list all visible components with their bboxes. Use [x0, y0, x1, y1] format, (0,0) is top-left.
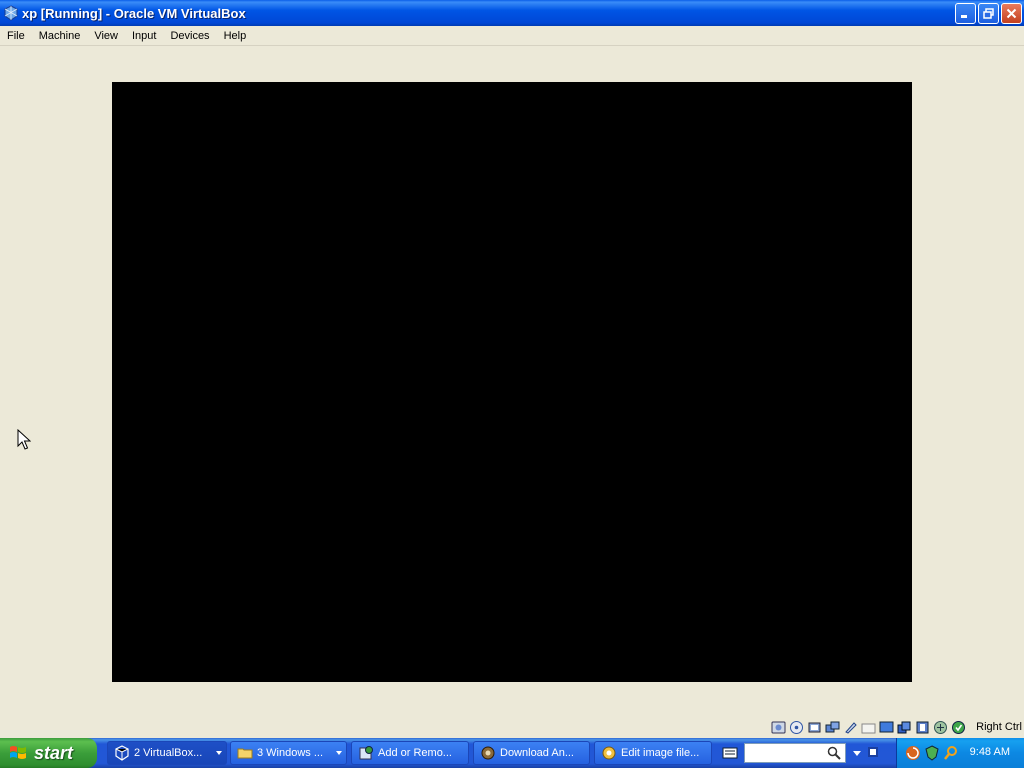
optical-drive-icon[interactable] — [789, 720, 804, 735]
audio-icon[interactable] — [807, 720, 822, 735]
close-icon — [1006, 8, 1017, 19]
video-capture-icon[interactable] — [897, 720, 912, 735]
menu-help[interactable]: Help — [217, 26, 254, 46]
start-button[interactable]: start — [0, 738, 97, 768]
search-options-icon[interactable] — [868, 747, 878, 757]
taskbar-item-label: 3 Windows ... — [257, 747, 324, 759]
taskbar-item-windows[interactable]: 3 Windows ... — [230, 741, 347, 765]
chevron-down-icon[interactable] — [853, 751, 861, 756]
shared-folders-icon[interactable] — [861, 720, 876, 735]
taskbar-item-edit-image[interactable]: Edit image file... — [594, 741, 712, 765]
mouse-integration-icon[interactable] — [951, 720, 966, 735]
taskbar-item-virtualbox[interactable]: 2 VirtualBox... — [107, 741, 227, 765]
windows-logo-icon — [8, 743, 28, 763]
menu-input[interactable]: Input — [125, 26, 163, 46]
download-icon — [480, 745, 496, 761]
menu-bar: File Machine View Input Devices Help — [0, 26, 1024, 46]
taskbar-item-label: Download An... — [500, 747, 574, 759]
magnifier-icon[interactable] — [943, 745, 959, 761]
menu-devices[interactable]: Devices — [163, 26, 216, 46]
spiral-app-icon[interactable] — [905, 745, 921, 761]
virtualbox-icon — [3, 5, 19, 21]
settings-icon — [601, 745, 617, 761]
clock[interactable]: 9:48 AM — [970, 746, 1010, 758]
folder-icon — [237, 745, 253, 761]
title-bar[interactable]: xp [Running] - Oracle VM VirtualBox — [0, 0, 1024, 26]
menu-view[interactable]: View — [87, 26, 125, 46]
chevron-down-icon — [336, 751, 342, 755]
taskbar-item-label: 2 VirtualBox... — [134, 747, 203, 759]
network-icon[interactable] — [825, 720, 840, 735]
restore-button[interactable] — [978, 3, 999, 24]
menu-machine[interactable]: Machine — [32, 26, 88, 46]
taskbar: start 2 VirtualBox... 3 Windows ... Add … — [0, 738, 1024, 768]
virtualbox-icon — [114, 745, 130, 761]
start-label: start — [34, 742, 74, 763]
virtualization-icon[interactable] — [933, 720, 948, 735]
minimize-button[interactable] — [955, 3, 976, 24]
system-tray: 9:48 AM — [896, 738, 1024, 768]
window-title: xp [Running] - Oracle VM VirtualBox — [22, 5, 246, 21]
usb-icon[interactable] — [843, 720, 858, 735]
search-icon[interactable] — [826, 745, 842, 761]
keyboard-icon[interactable] — [722, 746, 738, 760]
display-icon[interactable] — [879, 720, 894, 735]
vm-display[interactable] — [112, 82, 912, 682]
minimize-icon — [961, 15, 967, 18]
taskbar-item-label: Add or Remo... — [378, 747, 452, 759]
chevron-down-icon — [216, 751, 222, 755]
taskbar-item-label: Edit image file... — [621, 747, 700, 759]
taskbar-item-download[interactable]: Download An... — [473, 741, 590, 765]
status-bar: Right Ctrl — [0, 717, 1024, 738]
taskbar-item-add-remove[interactable]: Add or Remo... — [351, 741, 469, 765]
security-icon[interactable] — [924, 745, 940, 761]
restore-icon — [983, 8, 994, 19]
host-key-label: Right Ctrl — [976, 721, 1022, 733]
close-button[interactable] — [1001, 3, 1022, 24]
recording-icon[interactable] — [915, 720, 930, 735]
menu-file[interactable]: File — [0, 26, 32, 46]
add-remove-programs-icon — [358, 745, 374, 761]
hard-disk-icon[interactable] — [771, 720, 786, 735]
mouse-cursor-icon — [17, 429, 31, 450]
